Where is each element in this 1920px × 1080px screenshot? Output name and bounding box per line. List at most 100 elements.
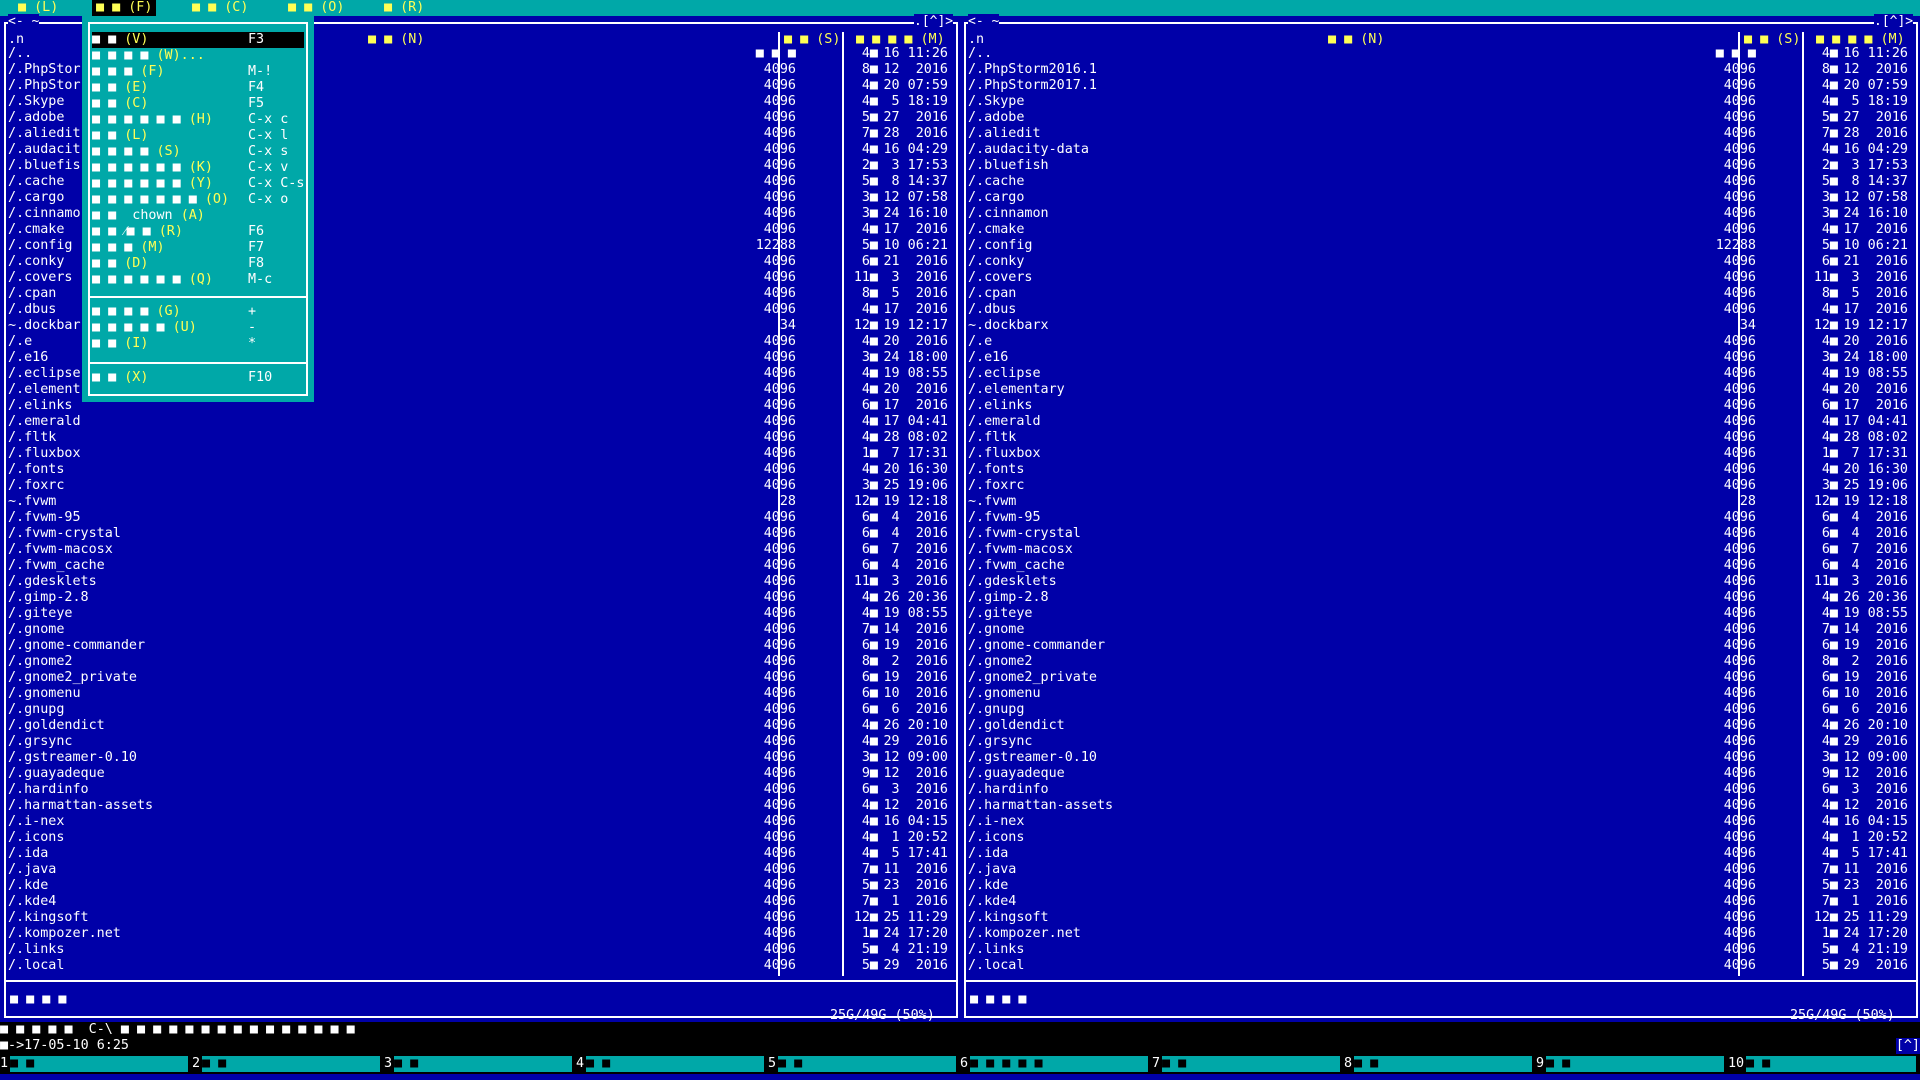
file-row[interactable]: /.gdesklets 4096 11■ 3 2016 xyxy=(968,574,1912,590)
file-menu-item[interactable]: ■ ■ (C) F5 xyxy=(92,96,304,112)
function-key-10[interactable]: 10 ■ ■ xyxy=(1728,1054,1920,1074)
file-menu-item[interactable]: ■ ■ ■ (M) F7 xyxy=(92,240,304,256)
file-row[interactable]: /.icons 4096 4■ 1 20:52 xyxy=(8,830,952,846)
file-row[interactable]: /.audacity-data 4096 4■ 16 04:29 xyxy=(968,142,1912,158)
file-row[interactable]: /.dbus 4096 4■ 17 2016 xyxy=(968,302,1912,318)
file-row[interactable]: /.fvwm-crystal 4096 6■ 4 2016 xyxy=(8,526,952,542)
file-row[interactable]: /.cpan 4096 8■ 5 2016 xyxy=(968,286,1912,302)
file-row[interactable]: /.gstreamer-0.10 4096 3■ 12 09:00 xyxy=(968,750,1912,766)
file-row[interactable]: /.emerald 4096 4■ 17 04:41 xyxy=(8,414,952,430)
file-row[interactable]: /.fvwm-crystal 4096 6■ 4 2016 xyxy=(968,526,1912,542)
file-row[interactable]: /.fonts 4096 4■ 20 16:30 xyxy=(968,462,1912,478)
file-row[interactable]: /.gnome 4096 7■ 14 2016 xyxy=(8,622,952,638)
file-row[interactable]: /.gimp-2.8 4096 4■ 26 20:36 xyxy=(968,590,1912,606)
file-row[interactable]: /.aliedit 4096 7■ 28 2016 xyxy=(968,126,1912,142)
file-row[interactable]: /.giteye 4096 4■ 19 08:55 xyxy=(8,606,952,622)
file-row[interactable]: /.fluxbox 4096 1■ 7 17:31 xyxy=(8,446,952,462)
function-key-4[interactable]: 4 ■ ■ xyxy=(576,1054,768,1074)
file-row[interactable]: /.. ■ ■ ■ 4■ 16 11:26 xyxy=(968,46,1912,62)
file-row[interactable]: /.grsync 4096 4■ 29 2016 xyxy=(968,734,1912,750)
file-row[interactable]: /.cargo 4096 3■ 12 07:58 xyxy=(968,190,1912,206)
file-row[interactable]: /.hardinfo 4096 6■ 3 2016 xyxy=(8,782,952,798)
file-menu-item[interactable]: ■ ■ ■ ■ (G) + xyxy=(92,304,304,320)
file-row[interactable]: /.icons 4096 4■ 1 20:52 xyxy=(968,830,1912,846)
file-menu-item[interactable]: ■ ■ ■ ■ ■ ■ (Y) C-x C-s xyxy=(92,176,304,192)
function-key-5[interactable]: 5 ■ ■ xyxy=(768,1054,960,1074)
file-row[interactable]: /.gnome-commander 4096 6■ 19 2016 xyxy=(968,638,1912,654)
file-row[interactable]: /.emerald 4096 4■ 17 04:41 xyxy=(968,414,1912,430)
file-row[interactable]: /.e16 4096 3■ 24 18:00 xyxy=(968,350,1912,366)
file-row[interactable]: /.gnomenu 4096 6■ 10 2016 xyxy=(8,686,952,702)
file-row[interactable]: /.ida 4096 4■ 5 17:41 xyxy=(968,846,1912,862)
file-row[interactable]: /.fltk 4096 4■ 28 08:02 xyxy=(8,430,952,446)
file-row[interactable]: /.local 4096 5■ 29 2016 xyxy=(968,958,1912,974)
file-row[interactable]: /.elinks 4096 6■ 17 2016 xyxy=(968,398,1912,414)
file-row[interactable]: /.gnome2_private 4096 6■ 19 2016 xyxy=(968,670,1912,686)
function-key-1[interactable]: 1 ■ ■ xyxy=(0,1054,192,1074)
file-row[interactable]: /.PhpStorm2017.1 4096 4■ 20 07:59 xyxy=(968,78,1912,94)
file-row[interactable]: /.guayadeque 4096 9■ 12 2016 xyxy=(8,766,952,782)
file-menu-item[interactable]: ■ ■ (D) F8 xyxy=(92,256,304,272)
file-row[interactable]: /.i-nex 4096 4■ 16 04:15 xyxy=(8,814,952,830)
file-menu-item[interactable]: ■ ■ ■ ■ ■ ■ (K) C-x v xyxy=(92,160,304,176)
file-row[interactable]: /.e 4096 4■ 20 2016 xyxy=(968,334,1912,350)
file-row[interactable]: /.elementary 4096 4■ 20 2016 xyxy=(968,382,1912,398)
file-menu-item[interactable]: ■ ■ (E) F4 xyxy=(92,80,304,96)
file-row[interactable]: /.fonts 4096 4■ 20 16:30 xyxy=(8,462,952,478)
cmdline-history-button[interactable]: [^] xyxy=(1895,1038,1920,1054)
function-key-2[interactable]: 2 ■ ■ xyxy=(192,1054,384,1074)
file-menu-item[interactable]: ■ ■ ■ ■ ■ (U) - xyxy=(92,320,304,336)
right-panel-history[interactable]: .[^]> xyxy=(1874,14,1914,30)
file-row[interactable]: /.kingsoft 4096 12■ 25 11:29 xyxy=(968,910,1912,926)
file-row[interactable]: /.kde4 4096 7■ 1 2016 xyxy=(8,894,952,910)
function-key-3[interactable]: 3 ■ ■ xyxy=(384,1054,576,1074)
file-menu-item[interactable]: ■ ■ (I) * xyxy=(92,336,304,352)
file-menu-item[interactable]: ■ ■ ■ ■ (W)... xyxy=(92,48,304,64)
file-row[interactable]: /.fvwm_cache 4096 6■ 4 2016 xyxy=(968,558,1912,574)
file-row[interactable]: /.guayadeque 4096 9■ 12 2016 xyxy=(968,766,1912,782)
file-row[interactable]: /.foxrc 4096 3■ 25 19:06 xyxy=(8,478,952,494)
file-row[interactable]: /.harmattan-assets 4096 4■ 12 2016 xyxy=(8,798,952,814)
file-row[interactable]: /.gnome2_private 4096 6■ 19 2016 xyxy=(8,670,952,686)
file-row[interactable]: /.gdesklets 4096 11■ 3 2016 xyxy=(8,574,952,590)
file-row[interactable]: /.eclipse 4096 4■ 19 08:55 xyxy=(968,366,1912,382)
left-panel-history[interactable]: .[^]> xyxy=(914,14,954,30)
file-row[interactable]: /.kde4 4096 7■ 1 2016 xyxy=(968,894,1912,910)
file-menu-item[interactable]: ■ ■ ⁄■ ■ (R) F6 xyxy=(92,224,304,240)
file-row[interactable]: /.adobe 4096 5■ 27 2016 xyxy=(968,110,1912,126)
file-row[interactable]: /.giteye 4096 4■ 19 08:55 xyxy=(968,606,1912,622)
file-row[interactable]: /.PhpStorm2016.1 4096 8■ 12 2016 xyxy=(968,62,1912,78)
file-row[interactable]: /.conky 4096 6■ 21 2016 xyxy=(968,254,1912,270)
file-row[interactable]: /.kingsoft 4096 12■ 25 11:29 xyxy=(8,910,952,926)
file-row[interactable]: /.fluxbox 4096 1■ 7 17:31 xyxy=(968,446,1912,462)
function-key-8[interactable]: 8 ■ ■ xyxy=(1344,1054,1536,1074)
file-row[interactable]: ~.fvwm 28 12■ 19 12:18 xyxy=(8,494,952,510)
file-row[interactable]: /.bluefish 4096 2■ 3 17:53 xyxy=(968,158,1912,174)
file-row[interactable]: /.fvwm-95 4096 6■ 4 2016 xyxy=(8,510,952,526)
left-panel-path[interactable]: <- ~ xyxy=(8,14,40,30)
file-row[interactable]: /.gnome 4096 7■ 14 2016 xyxy=(968,622,1912,638)
file-menu-item[interactable]: ■ ■ (V) F3 xyxy=(92,32,304,48)
file-row[interactable]: /.Skype 4096 4■ 5 18:19 xyxy=(968,94,1912,110)
file-row[interactable]: /.links 4096 5■ 4 21:19 xyxy=(8,942,952,958)
file-row[interactable]: /.kompozer.net 4096 1■ 24 17:20 xyxy=(8,926,952,942)
menu-options[interactable]: ■ ■ (O) xyxy=(284,0,348,16)
file-row[interactable]: /.cinnamon 4096 3■ 24 16:10 xyxy=(968,206,1912,222)
function-key-9[interactable]: 9 ■ ■ xyxy=(1536,1054,1728,1074)
file-row[interactable]: /.java 4096 7■ 11 2016 xyxy=(8,862,952,878)
menu-right[interactable]: ■ (R) xyxy=(380,0,428,16)
file-row[interactable]: /.links 4096 5■ 4 21:19 xyxy=(968,942,1912,958)
file-row[interactable]: /.gnupg 4096 6■ 6 2016 xyxy=(8,702,952,718)
file-menu-item[interactable]: ■ ■ chown (A) xyxy=(92,208,304,224)
file-row[interactable]: /.gstreamer-0.10 4096 3■ 12 09:00 xyxy=(8,750,952,766)
file-row[interactable]: /.cmake 4096 4■ 17 2016 xyxy=(968,222,1912,238)
file-row[interactable]: ~.dockbarx 34 12■ 19 12:17 xyxy=(968,318,1912,334)
file-row[interactable]: /.gnome-commander 4096 6■ 19 2016 xyxy=(8,638,952,654)
command-prompt[interactable]: ■->17-05-10 6:25 xyxy=(0,1038,1920,1054)
file-row[interactable]: /.local 4096 5■ 29 2016 xyxy=(8,958,952,974)
right-panel-path[interactable]: <- ~ xyxy=(968,14,1000,30)
file-row[interactable]: /.cache 4096 5■ 8 14:37 xyxy=(968,174,1912,190)
file-menu-item[interactable]: ■ ■ (L) C-x l xyxy=(92,128,304,144)
file-row[interactable]: /.goldendict 4096 4■ 26 20:10 xyxy=(8,718,952,734)
file-row[interactable]: /.gnomenu 4096 6■ 10 2016 xyxy=(968,686,1912,702)
